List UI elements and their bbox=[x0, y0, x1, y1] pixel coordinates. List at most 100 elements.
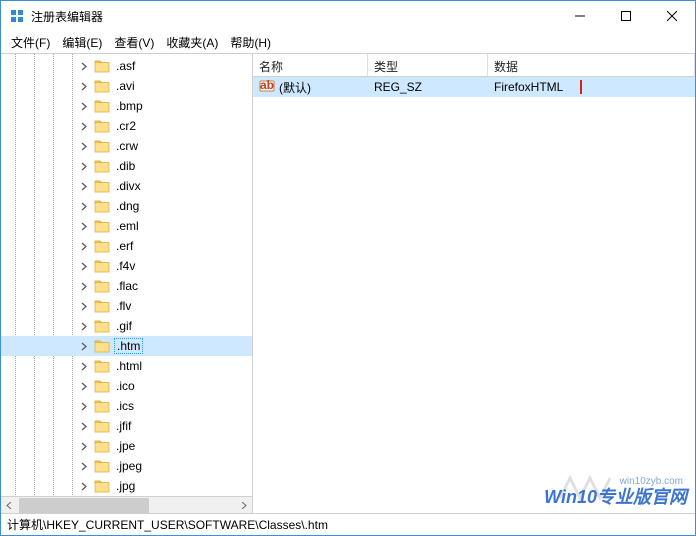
value-data: FirefoxHTML bbox=[494, 80, 563, 94]
tree-item-label: .dng bbox=[114, 199, 141, 213]
tree-item[interactable]: .jpeg bbox=[1, 456, 252, 476]
scroll-right-arrow[interactable] bbox=[235, 497, 252, 514]
tree-item[interactable]: .cr2 bbox=[1, 116, 252, 136]
folder-icon bbox=[94, 79, 110, 93]
expand-icon[interactable] bbox=[79, 161, 90, 172]
expand-icon[interactable] bbox=[79, 121, 90, 132]
expand-icon[interactable] bbox=[79, 261, 90, 272]
expand-icon[interactable] bbox=[79, 141, 90, 152]
folder-icon bbox=[94, 399, 110, 413]
folder-icon bbox=[94, 99, 110, 113]
tree-item[interactable]: .html bbox=[1, 356, 252, 376]
folder-icon bbox=[94, 459, 110, 473]
folder-icon bbox=[94, 219, 110, 233]
menu-edit[interactable]: 编辑(E) bbox=[56, 32, 108, 53]
tree-item[interactable]: .ico bbox=[1, 376, 252, 396]
tree-item-label: .jpe bbox=[114, 439, 137, 453]
tree-item[interactable]: .dng bbox=[1, 196, 252, 216]
app-icon bbox=[9, 8, 25, 24]
tree-item[interactable]: .bmp bbox=[1, 96, 252, 116]
tree-item-label: .gif bbox=[114, 319, 134, 333]
expand-icon[interactable] bbox=[79, 321, 90, 332]
tree-item[interactable]: .dib bbox=[1, 156, 252, 176]
minimize-button[interactable] bbox=[557, 1, 603, 31]
expand-icon[interactable] bbox=[79, 101, 90, 112]
menu-file[interactable]: 文件(F) bbox=[5, 32, 56, 53]
tree-item-label: .bmp bbox=[114, 99, 145, 113]
expand-icon[interactable] bbox=[79, 61, 90, 72]
tree-item[interactable]: .jfif bbox=[1, 416, 252, 436]
maximize-button[interactable] bbox=[603, 1, 649, 31]
value-name: (默认) bbox=[279, 79, 311, 96]
folder-icon bbox=[94, 179, 110, 193]
tree-item-label: .jfif bbox=[114, 419, 133, 433]
column-header-name[interactable]: 名称 bbox=[253, 54, 368, 76]
folder-icon bbox=[94, 339, 110, 353]
expand-icon[interactable] bbox=[79, 341, 90, 352]
expand-icon[interactable] bbox=[79, 301, 90, 312]
status-path: 计算机\HKEY_CURRENT_USER\SOFTWARE\Classes\.… bbox=[7, 516, 328, 533]
tree-item[interactable]: .f4v bbox=[1, 256, 252, 276]
statusbar: 计算机\HKEY_CURRENT_USER\SOFTWARE\Classes\.… bbox=[1, 513, 695, 535]
tree-item-label: .htm bbox=[114, 338, 143, 354]
expand-icon[interactable] bbox=[79, 201, 90, 212]
svg-text:ab: ab bbox=[260, 78, 274, 92]
close-button[interactable] bbox=[649, 1, 695, 31]
tree-item[interactable]: .flv bbox=[1, 296, 252, 316]
tree-item[interactable]: .divx bbox=[1, 176, 252, 196]
tree-item[interactable]: .eml bbox=[1, 216, 252, 236]
expand-icon[interactable] bbox=[79, 241, 90, 252]
menu-help[interactable]: 帮助(H) bbox=[224, 32, 277, 53]
tree-item-label: .divx bbox=[114, 179, 143, 193]
expand-icon[interactable] bbox=[79, 441, 90, 452]
column-header-data[interactable]: 数据 bbox=[488, 54, 695, 76]
menu-view[interactable]: 查看(V) bbox=[108, 32, 160, 53]
tree-item[interactable]: .asf bbox=[1, 56, 252, 76]
folder-icon bbox=[94, 379, 110, 393]
tree-item[interactable]: .crw bbox=[1, 136, 252, 156]
tree-item[interactable]: .jpg bbox=[1, 476, 252, 496]
tree-item[interactable]: .htm bbox=[1, 336, 252, 356]
tree-item-label: .flv bbox=[114, 299, 133, 313]
folder-icon bbox=[94, 59, 110, 73]
expand-icon[interactable] bbox=[79, 81, 90, 92]
tree-item-label: .avi bbox=[114, 79, 137, 93]
tree-item[interactable]: .jpe bbox=[1, 436, 252, 456]
tree-item[interactable]: .flac bbox=[1, 276, 252, 296]
tree-item[interactable]: .erf bbox=[1, 236, 252, 256]
list-row[interactable]: ab(默认)REG_SZFirefoxHTML bbox=[253, 77, 695, 97]
tree-item-label: .ics bbox=[114, 399, 136, 413]
expand-icon[interactable] bbox=[79, 421, 90, 432]
string-value-icon: ab bbox=[259, 78, 275, 97]
column-header-type[interactable]: 类型 bbox=[368, 54, 488, 76]
tree-item[interactable]: .gif bbox=[1, 316, 252, 336]
scroll-left-arrow[interactable] bbox=[1, 497, 18, 514]
tree-item-label: .ico bbox=[114, 379, 137, 393]
folder-icon bbox=[94, 439, 110, 453]
menu-favorites[interactable]: 收藏夹(A) bbox=[160, 32, 224, 53]
tree-pane[interactable]: .asf .avi .bmp .cr2.crw.dib .divx .dng .eml.er… bbox=[1, 54, 253, 513]
expand-icon[interactable] bbox=[79, 381, 90, 392]
tree-item[interactable]: .avi bbox=[1, 76, 252, 96]
list-rows[interactable]: ab(默认)REG_SZFirefoxHTML bbox=[253, 77, 695, 513]
expand-icon[interactable] bbox=[79, 401, 90, 412]
tree-item-label: .asf bbox=[114, 59, 137, 73]
expand-icon[interactable] bbox=[79, 461, 90, 472]
tree-item[interactable]: .ics bbox=[1, 396, 252, 416]
expand-icon[interactable] bbox=[79, 281, 90, 292]
tree-horizontal-scrollbar[interactable] bbox=[1, 496, 252, 513]
folder-icon bbox=[94, 319, 110, 333]
tree-item-label: .jpeg bbox=[114, 459, 144, 473]
expand-icon[interactable] bbox=[79, 361, 90, 372]
folder-icon bbox=[94, 239, 110, 253]
content: .asf .avi .bmp .cr2.crw.dib .divx .dng .eml.er… bbox=[1, 53, 695, 513]
tree-item-label: .html bbox=[114, 359, 144, 373]
expand-icon[interactable] bbox=[79, 221, 90, 232]
expand-icon[interactable] bbox=[79, 481, 90, 492]
scroll-thumb[interactable] bbox=[19, 498, 149, 513]
value-data-cell: FirefoxHTML bbox=[488, 80, 695, 94]
list-pane: 名称 类型 数据 ab(默认)REG_SZFirefoxHTML bbox=[253, 54, 695, 513]
folder-icon bbox=[94, 279, 110, 293]
expand-icon[interactable] bbox=[79, 181, 90, 192]
tree-item-label: .flac bbox=[114, 279, 140, 293]
